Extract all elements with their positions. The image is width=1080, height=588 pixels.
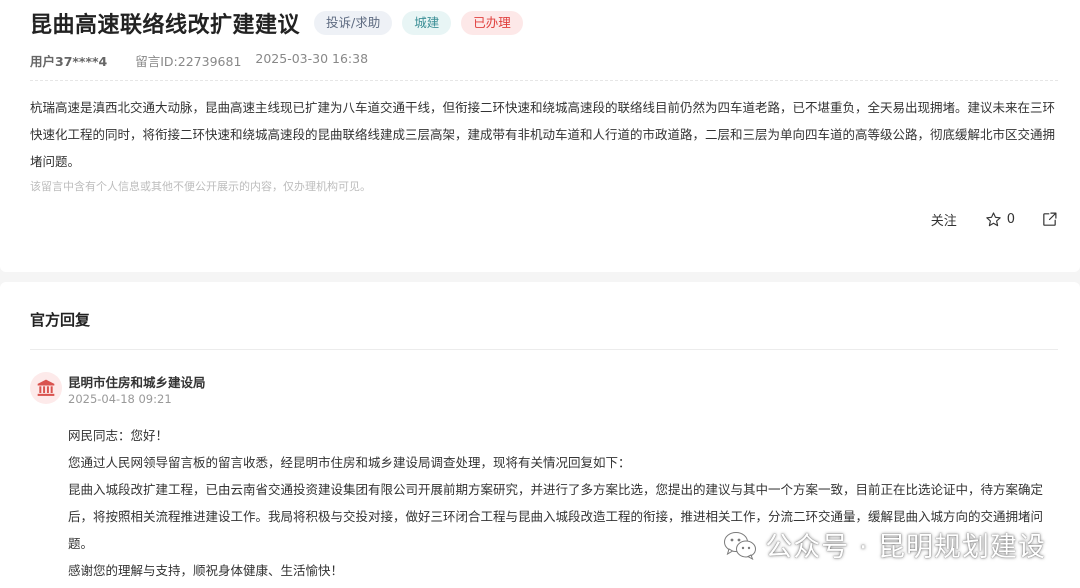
divider [30,80,1058,81]
message-datetime: 2025-03-30 16:38 [255,51,369,66]
watermark-text: 公众号 · 昆明规划建设 [765,532,1046,563]
category-tag: 城建 [402,11,452,35]
message-meta: 用户37****4 留言ID:22739681 2025-03-30 16:38 [30,51,368,70]
watermark: 公众号 · 昆明规划建设 [723,525,1046,564]
like-button[interactable]: 0 [985,211,1015,228]
message-content: 杭瑞高速是滇西北交通大动脉，昆曲高速主线现已扩建为八车道交通干线，但衔接二环快速… [30,100,1056,169]
wechat-icon [724,531,757,560]
government-building-icon [30,372,62,404]
user-name: 用户37****4 [30,54,108,69]
reply-datetime: 2025-04-18 09:21 [68,392,172,406]
like-count: 0 [1006,212,1015,227]
privacy-notice: 该留言中含有个人信息或其他不便公开展示的内容，仅办理机构可见。 [30,180,371,193]
share-button[interactable] [1041,211,1058,228]
reply-section-title: 官方回复 [30,311,91,329]
reply-paragraph: 您通过人民网领导留言板的留言收悉，经昆明市住房和城乡建设局调查处理，现将有关情况… [68,455,631,470]
star-icon [985,212,1001,227]
follow-button[interactable]: 关注 [931,210,957,229]
status-badge: 已办理 [461,11,523,35]
divider [30,349,1058,350]
reply-org-name: 昆明市住房和城乡建设局 [68,375,206,390]
reply-greeting: 网民同志：您好！ [68,428,169,443]
share-icon [1043,212,1057,226]
message-card: 昆曲高速联络线改扩建建议 投诉/求助 城建 已办理 用户37****4 留言ID… [0,0,1080,272]
message-id: 留言ID:22739681 [135,54,242,69]
type-tag: 投诉/求助 [314,11,393,35]
message-actions: 关注 0 [931,210,1058,229]
title-row: 昆曲高速联络线改扩建建议 投诉/求助 城建 已办理 [30,7,523,39]
message-title: 昆曲高速联络线改扩建建议 [30,13,301,38]
